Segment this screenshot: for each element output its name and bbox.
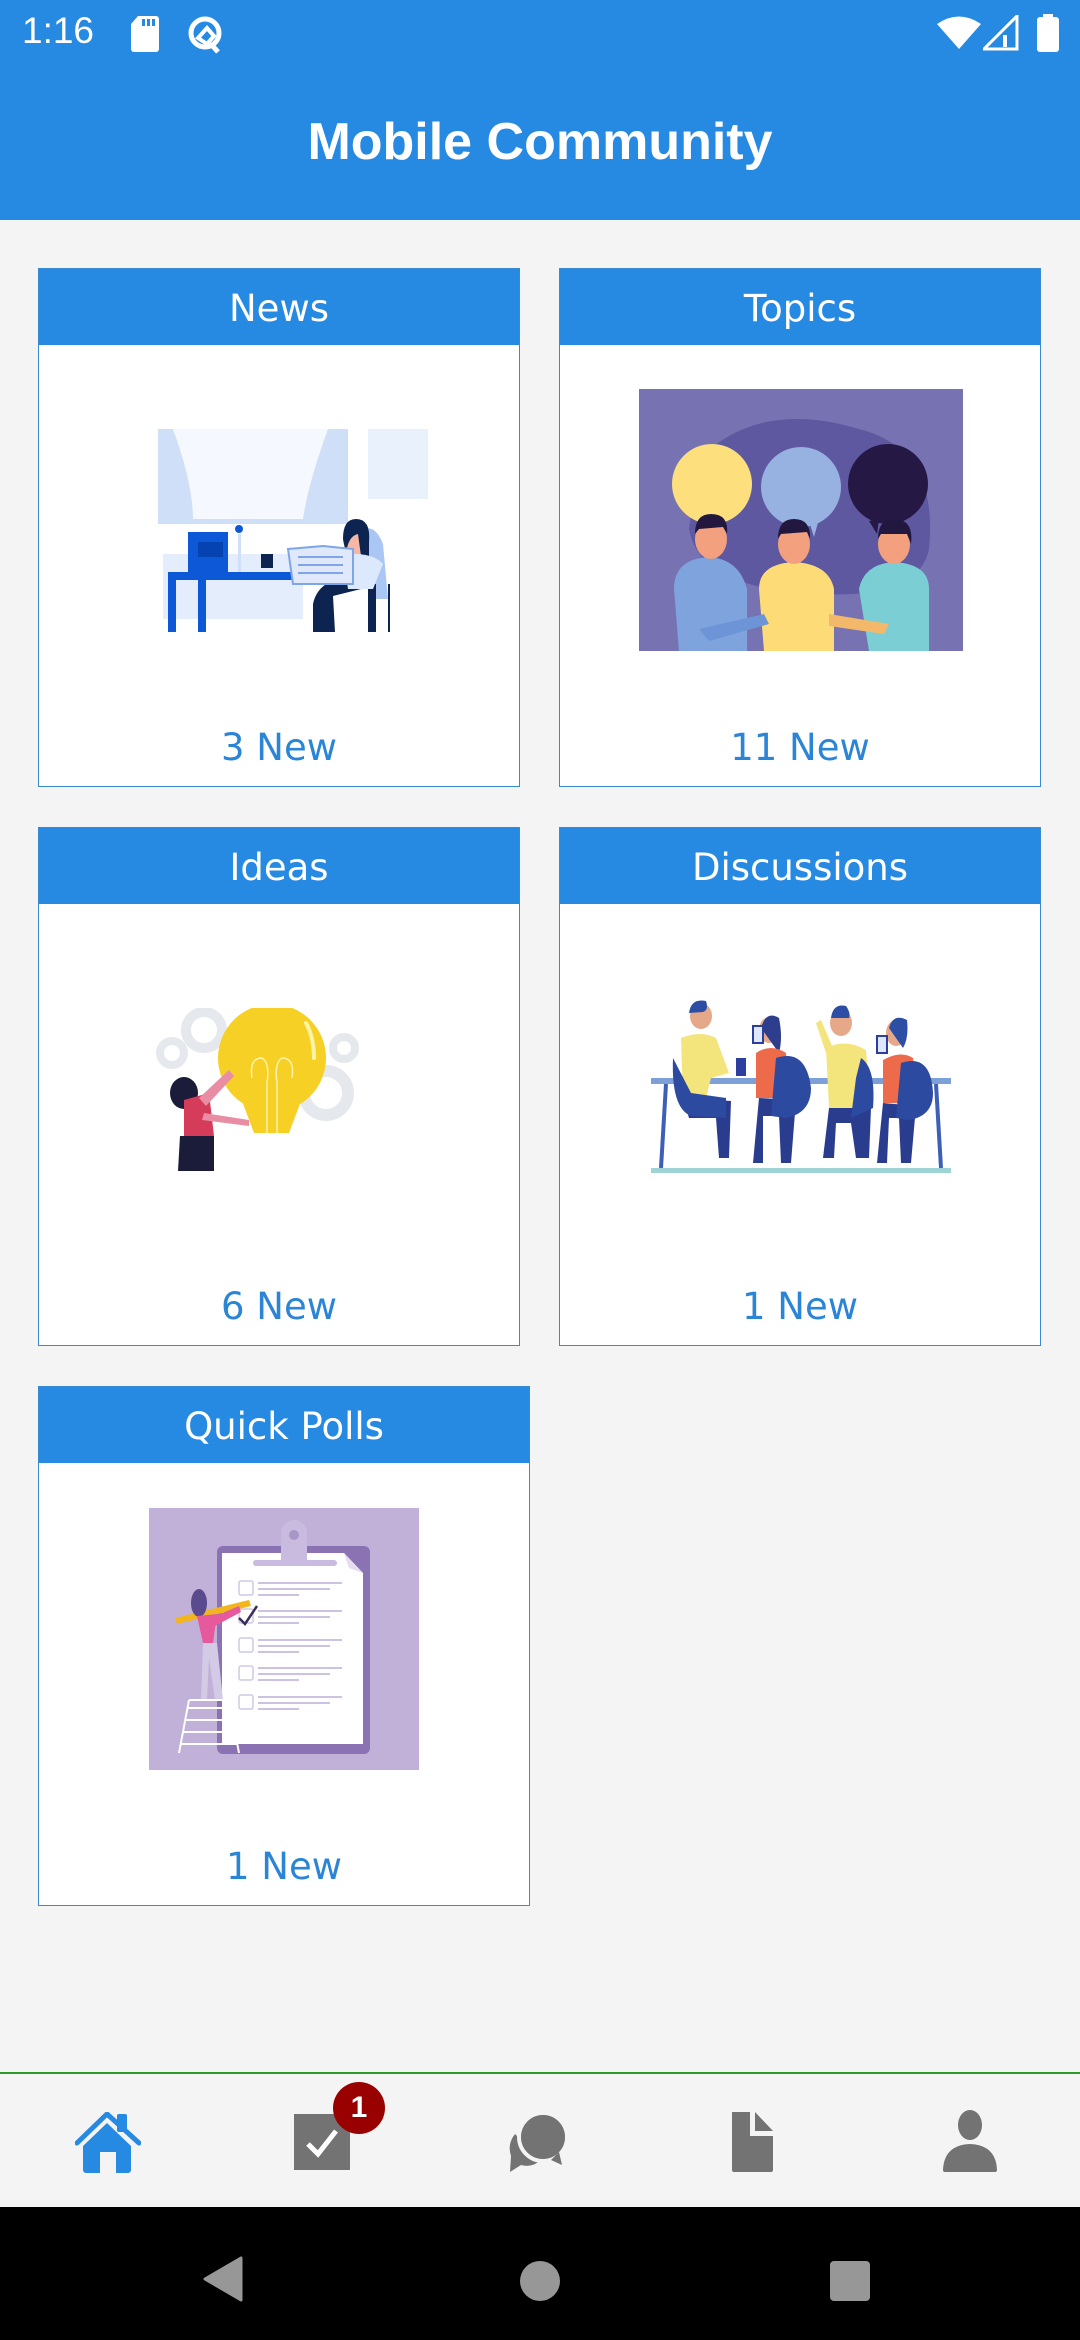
card-discussions[interactable]: Discussions 1 New [559, 827, 1041, 1346]
card-ideas[interactable]: Ideas 6 New [38, 827, 520, 1346]
new-count: 6 New [220, 1285, 337, 1328]
new-count: 1 New [225, 1845, 342, 1888]
sd-card-icon [131, 16, 159, 52]
chat-bubbles-icon [509, 2111, 567, 2172]
people-speech-bubbles-illustration [639, 389, 963, 651]
nav-home[interactable] [0, 2074, 216, 2207]
card-title: Ideas [39, 828, 519, 904]
card-news[interactable]: News 3 New [38, 268, 520, 787]
app-title: Mobile Community [307, 113, 773, 171]
card-title: Topics [560, 269, 1040, 345]
home-button-icon[interactable] [518, 2259, 562, 2303]
wifi-icon [937, 16, 981, 49]
nav-chat[interactable] [432, 2074, 648, 2207]
clipboard-checklist-illustration [149, 1508, 419, 1770]
cell-signal-icon [983, 15, 1019, 51]
person-icon [943, 2110, 997, 2172]
home-icon [75, 2112, 141, 2173]
nav-tasks[interactable]: 1 [216, 2074, 432, 2207]
card-title: Discussions [560, 828, 1040, 904]
new-count: 1 New [741, 1285, 858, 1328]
card-title: News [39, 269, 519, 345]
card-title: Quick Polls [39, 1387, 529, 1463]
system-navigation-bar [0, 2207, 1080, 2340]
notification-badge: 1 [333, 2082, 385, 2134]
nav-documents[interactable] [648, 2074, 864, 2207]
document-icon [732, 2112, 773, 2172]
q-logo-icon [188, 16, 222, 54]
people-at-table-illustration [651, 1000, 951, 1173]
woman-lightbulb-gears-illustration [156, 1008, 359, 1171]
person-reading-newspaper-illustration [158, 429, 428, 632]
new-count: 11 New [730, 726, 870, 769]
recents-icon[interactable] [829, 2260, 871, 2302]
nav-profile[interactable] [864, 2074, 1080, 2207]
back-icon[interactable] [203, 2256, 245, 2302]
status-time: 1:16 [22, 10, 95, 51]
battery-icon [1037, 14, 1059, 52]
bottom-navigation: 1 [0, 2072, 1080, 2207]
card-quick-polls[interactable]: Quick Polls 1 New [38, 1386, 530, 1906]
new-count: 3 New [220, 726, 337, 769]
card-topics[interactable]: Topics 11 New [559, 268, 1041, 787]
app-bar: 1:16 Mobile Community [0, 0, 1080, 220]
